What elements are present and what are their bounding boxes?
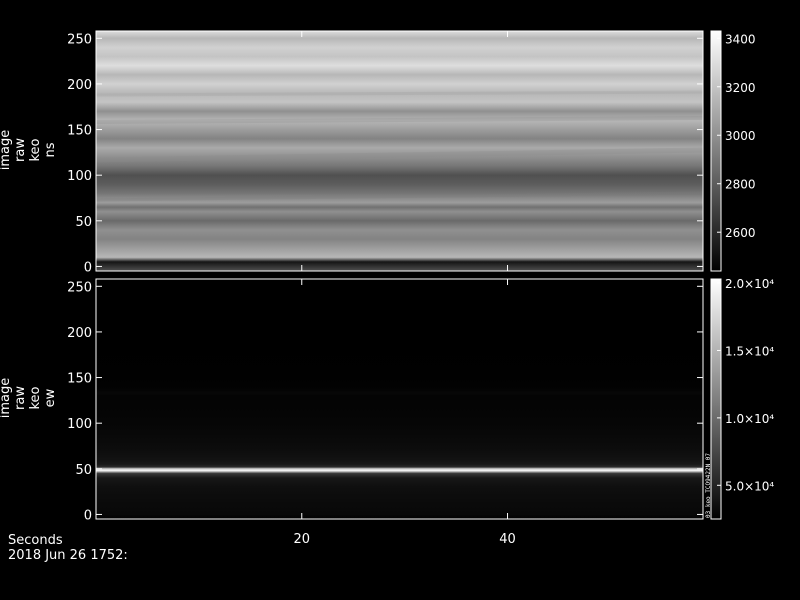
colorbar-tick-label: 1.0×10⁴ (725, 412, 774, 426)
top-ylabel-line-1: image (0, 130, 13, 171)
bottom-panel: 0 50 100 150 200 250 20 40 image raw keo ew 5.… (0, 277, 774, 547)
y-tick-label: 100 (67, 417, 92, 432)
y-tick-label: 0 (84, 508, 92, 523)
y-tick-label: 200 (67, 78, 92, 93)
colorbar-tick-label: 2800 (725, 178, 756, 192)
bottom-colorbar-ticks: 5.0×10⁴ 1.0×10⁴ 1.5×10⁴ 2.0×10⁴ (717, 277, 774, 493)
bottom-ylabel-line-2: raw (13, 386, 28, 410)
y-tick-label: 250 (67, 280, 92, 295)
bottom-ylabel-line-4: ew (43, 388, 58, 407)
bottom-ylabel-line-1: image (0, 378, 13, 419)
y-tick-label: 100 (67, 169, 92, 184)
top-ylabel-line-4: ns (43, 142, 58, 157)
y-tick-label: 150 (67, 372, 92, 387)
y-tick-label: 200 (67, 326, 92, 341)
y-tick-label: 0 (84, 260, 92, 275)
top-ylabel-line-2: raw (13, 138, 28, 162)
colorbar-annotation: 03_keo_TCO9422N_07 (705, 453, 712, 518)
colorbar-tick-label: 5.0×10⁴ (725, 479, 774, 493)
top-colorbar-ticks: 2600 2800 3000 3200 3400 (717, 32, 756, 240)
x-tick-label: 40 (499, 532, 516, 547)
top-ylabel-line-3: keo (28, 138, 43, 161)
bottom-colorbar (710, 278, 722, 520)
bottom-heatmap-image (96, 279, 703, 519)
colorbar-tick-label: 3200 (725, 81, 756, 95)
colorbar-tick-label: 1.5×10⁴ (725, 344, 774, 358)
bottom-ylabel-line-3: keo (28, 386, 43, 409)
keogram-figure: 050100150200250 image raw keo ns 2600280… (0, 30, 774, 563)
y-tick-label: 250 (67, 32, 92, 47)
colorbar-tick-label: 2.0×10⁴ (725, 277, 774, 291)
top-panel: 0 50 100 150 200 250 image raw keo ns 2600 280… (0, 30, 756, 275)
x-axis-label: Seconds (8, 533, 63, 548)
top-colorbar (710, 30, 722, 272)
y-tick-label: 50 (75, 463, 92, 478)
colorbar-tick-label: 3000 (725, 129, 756, 143)
date-stamp: 2018 Jun 26 1752: (8, 548, 128, 563)
colorbar-tick-label: 2600 (725, 226, 756, 240)
colorbar-tick-label: 3400 (725, 32, 756, 46)
x-tick-label: 20 (293, 532, 310, 547)
y-tick-label: 150 (67, 124, 92, 139)
y-tick-label: 50 (75, 215, 92, 230)
